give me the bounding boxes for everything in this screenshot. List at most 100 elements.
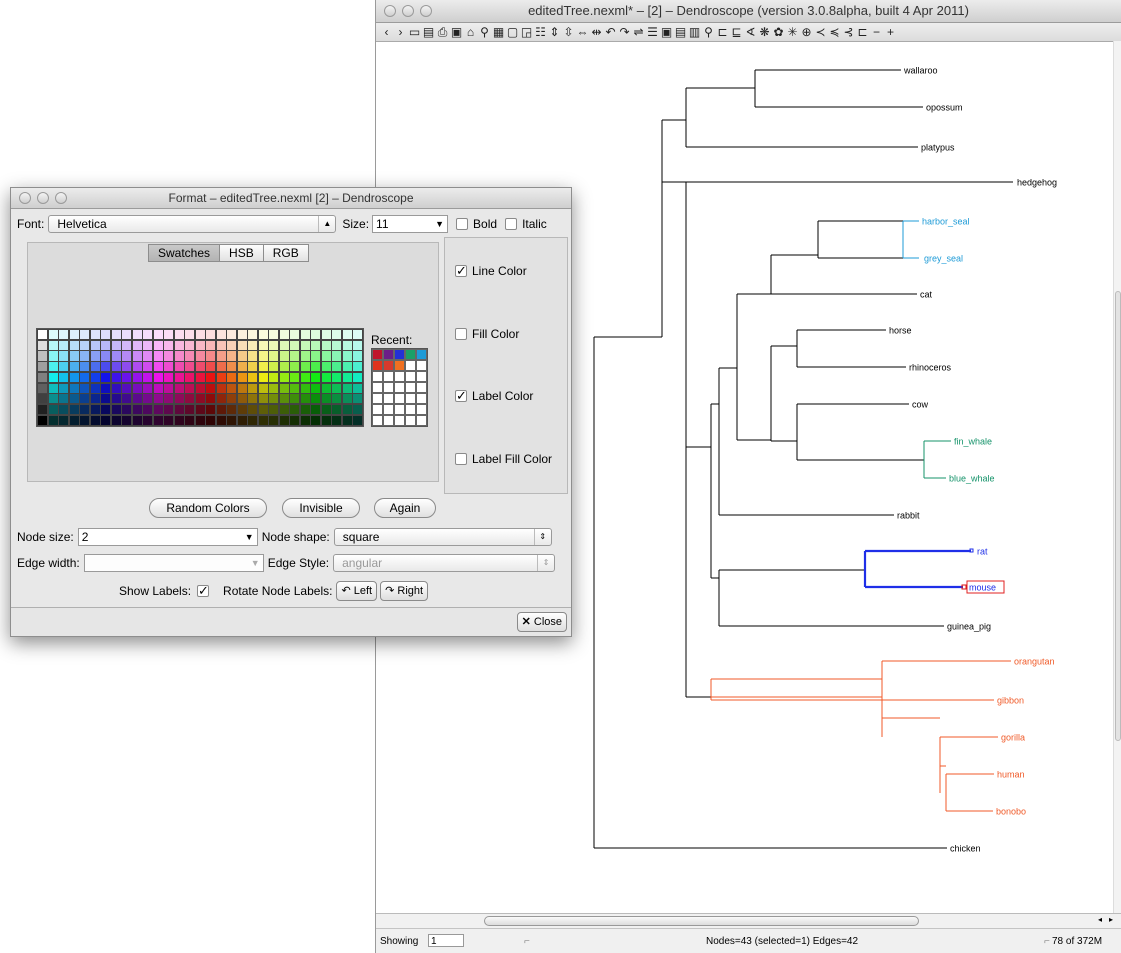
find-icon[interactable]: ⚲ — [478, 24, 491, 40]
color-swatch[interactable] — [100, 382, 111, 394]
random-colors-button[interactable]: Random Colors — [149, 498, 267, 518]
color-swatch[interactable] — [163, 393, 174, 405]
color-swatch[interactable] — [331, 403, 342, 416]
color-swatch[interactable] — [205, 382, 216, 394]
color-swatch[interactable] — [89, 403, 101, 416]
color-swatch[interactable] — [299, 339, 311, 351]
recent-color-swatch[interactable] — [416, 349, 427, 360]
color-swatch[interactable] — [131, 361, 143, 373]
color-swatch[interactable] — [142, 403, 153, 416]
recent-color-swatch[interactable] — [383, 360, 394, 371]
color-swatch[interactable] — [299, 414, 311, 426]
color-swatch[interactable] — [268, 339, 279, 351]
recent-color-swatch[interactable] — [383, 404, 394, 415]
color-swatch[interactable] — [89, 393, 101, 405]
color-swatch[interactable] — [184, 403, 195, 416]
recent-color-swatch[interactable] — [405, 371, 416, 382]
recent-color-swatch[interactable] — [405, 349, 416, 360]
italic-checkbox[interactable] — [505, 218, 518, 230]
color-swatch[interactable] — [226, 393, 237, 405]
color-swatch[interactable] — [226, 403, 237, 416]
color-swatch[interactable] — [37, 371, 48, 383]
color-swatch[interactable] — [215, 371, 227, 383]
color-swatch[interactable] — [310, 339, 321, 351]
color-swatch[interactable] — [89, 329, 101, 341]
color-swatch[interactable] — [68, 339, 80, 351]
color-swatch[interactable] — [236, 371, 248, 383]
color-swatch[interactable] — [310, 350, 321, 362]
color-swatch[interactable] — [37, 350, 48, 362]
color-swatch[interactable] — [79, 350, 90, 362]
color-swatch[interactable] — [310, 371, 321, 383]
color-swatch[interactable] — [278, 361, 290, 373]
color-swatch[interactable] — [341, 371, 353, 383]
color-swatch[interactable] — [79, 361, 90, 373]
color-swatch[interactable] — [247, 329, 258, 341]
color-swatch[interactable] — [278, 382, 290, 394]
color-swatch[interactable] — [352, 350, 363, 362]
color-swatch[interactable] — [142, 382, 153, 394]
color-swatch[interactable] — [110, 361, 122, 373]
color-swatch[interactable] — [331, 393, 342, 405]
color-swatch[interactable] — [47, 414, 59, 426]
color-option-line-color[interactable]: ✓ Line Color — [455, 264, 527, 278]
color-option-checkbox[interactable]: ✓ — [455, 264, 467, 277]
color-swatch[interactable] — [341, 393, 353, 405]
color-swatch[interactable] — [289, 361, 300, 373]
taxon-label-hedgehog[interactable]: hedgehog — [1017, 178, 1057, 188]
color-swatch[interactable] — [215, 382, 227, 394]
radial-icon[interactable]: ✳ — [786, 24, 799, 40]
layout2-icon[interactable]: ▤ — [674, 24, 687, 40]
color-swatch[interactable] — [142, 393, 153, 405]
color-swatch[interactable] — [215, 350, 227, 362]
color-swatch[interactable] — [100, 403, 111, 416]
color-swatch[interactable] — [79, 382, 90, 394]
color-swatch[interactable] — [320, 371, 332, 383]
taxon-label-gibbon[interactable]: gibbon — [997, 696, 1024, 706]
color-option-label-color[interactable]: ✓ Label Color — [455, 389, 533, 403]
color-swatch[interactable] — [152, 403, 164, 416]
color-swatch[interactable] — [226, 361, 237, 373]
color-swatch[interactable] — [110, 414, 122, 426]
color-swatch[interactable] — [215, 414, 227, 426]
color-swatch[interactable] — [215, 403, 227, 416]
color-swatch[interactable] — [320, 361, 332, 373]
color-swatch[interactable] — [142, 371, 153, 383]
color-swatch[interactable] — [247, 414, 258, 426]
color-swatch[interactable] — [247, 382, 258, 394]
expand-vertical-icon[interactable]: ⇕ — [548, 24, 561, 40]
color-swatch[interactable] — [173, 382, 185, 394]
recent-color-swatch[interactable] — [394, 415, 405, 426]
color-swatch[interactable] — [289, 350, 300, 362]
color-swatch[interactable] — [236, 393, 248, 405]
color-swatch[interactable] — [289, 414, 300, 426]
color-swatch[interactable] — [289, 371, 300, 383]
home-icon[interactable]: ⌂ — [464, 24, 477, 40]
color-swatch[interactable] — [331, 361, 342, 373]
color-swatch[interactable] — [131, 339, 143, 351]
color-swatch[interactable] — [341, 339, 353, 351]
minimize-window-button[interactable] — [402, 5, 414, 17]
color-swatch[interactable] — [79, 339, 90, 351]
back-icon[interactable]: ‹ — [380, 24, 393, 40]
color-swatch[interactable] — [37, 393, 48, 405]
taxon-label-cow[interactable]: cow — [912, 400, 929, 410]
color-swatch[interactable] — [257, 382, 269, 394]
color-swatch[interactable] — [310, 403, 321, 416]
color-swatch[interactable] — [352, 393, 363, 405]
color-swatch[interactable] — [163, 350, 174, 362]
color-swatch[interactable] — [121, 403, 132, 416]
recent-color-swatch[interactable] — [372, 415, 383, 426]
color-swatch[interactable] — [194, 329, 206, 341]
forward-icon[interactable]: › — [394, 24, 407, 40]
taxon-label-rhinoceros[interactable]: rhinoceros — [909, 363, 952, 373]
color-swatch[interactable] — [352, 371, 363, 383]
taxon-label-bonobo[interactable]: bonobo — [996, 807, 1026, 817]
minus-icon[interactable]: − — [870, 24, 883, 40]
color-swatch[interactable] — [58, 339, 69, 351]
color-swatch[interactable] — [68, 371, 80, 383]
color-option-checkbox[interactable]: ✓ — [455, 389, 467, 402]
horizontal-scroll-thumb[interactable] — [484, 916, 919, 926]
color-swatch[interactable] — [205, 361, 216, 373]
color-swatch[interactable] — [37, 403, 48, 416]
